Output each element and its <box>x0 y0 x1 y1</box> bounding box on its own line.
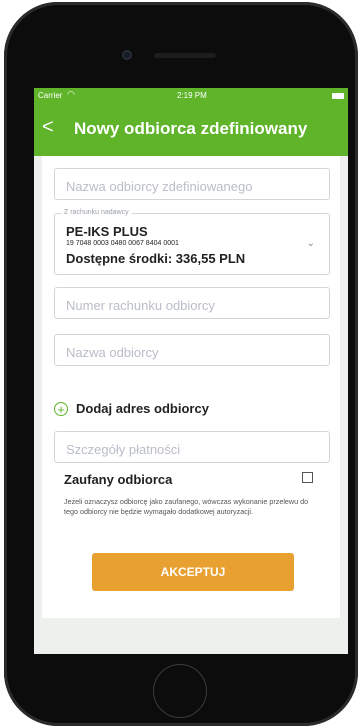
app-header: < Nowy odbiorca zdefiniowany <box>34 106 348 156</box>
from-account-legend: Z rachunku nadawcy <box>61 209 132 216</box>
back-icon[interactable]: < <box>42 116 54 139</box>
form-card: Nazwa odbiorcy zdefiniowanego Z rachunku… <box>42 156 340 618</box>
plus-circle-icon: + <box>54 401 68 416</box>
carrier-label: Carrier <box>38 91 63 100</box>
recipient-defined-name-input[interactable]: Nazwa odbiorcy zdefiniowanego <box>54 168 330 200</box>
payment-details-input[interactable]: Szczegóły płatności <box>54 431 330 463</box>
battery-icon <box>332 93 344 99</box>
page-title: Nowy odbiorca zdefiniowany <box>74 119 308 138</box>
available-funds: Dostępne środki: 336,55 PLN <box>66 251 246 266</box>
wifi-icon: ◠ <box>67 89 75 99</box>
recipient-name-input[interactable]: Nazwa odbiorcy <box>54 334 330 366</box>
accept-button[interactable]: AKCEPTUJ <box>92 553 294 591</box>
trusted-recipient-note: Jeżeli oznaczysz odbiorcę jako zaufanego… <box>64 497 309 516</box>
chevron-down-icon: ⌄ <box>306 238 315 249</box>
phone-frame: Carrier ◠ 2:19 PM < Nowy odbiorca zdefin… <box>4 2 358 726</box>
recipient-account-input[interactable]: Numer rachunku odbiorcy <box>54 287 330 319</box>
front-camera <box>122 50 132 60</box>
account-number: 19 7048 0003 0480 0067 8404 0001 <box>66 240 179 247</box>
home-button[interactable] <box>153 664 207 718</box>
from-account-select[interactable]: Z rachunku nadawcy PE-IKS PLUS 19 7048 0… <box>54 209 330 275</box>
add-recipient-address-button[interactable]: + Dodaj adres odbiorcy <box>54 401 209 416</box>
account-name: PE-IKS PLUS <box>66 224 148 239</box>
trusted-recipient-checkbox[interactable] <box>302 472 313 483</box>
earpiece-speaker <box>154 53 216 58</box>
trusted-recipient-label: Zaufany odbiorca <box>64 472 173 487</box>
status-time: 2:19 PM <box>177 91 207 100</box>
screen: Carrier ◠ 2:19 PM < Nowy odbiorca zdefin… <box>34 88 348 654</box>
add-address-label: Dodaj adres odbiorcy <box>76 401 209 416</box>
status-bar: Carrier ◠ 2:19 PM <box>34 88 348 106</box>
